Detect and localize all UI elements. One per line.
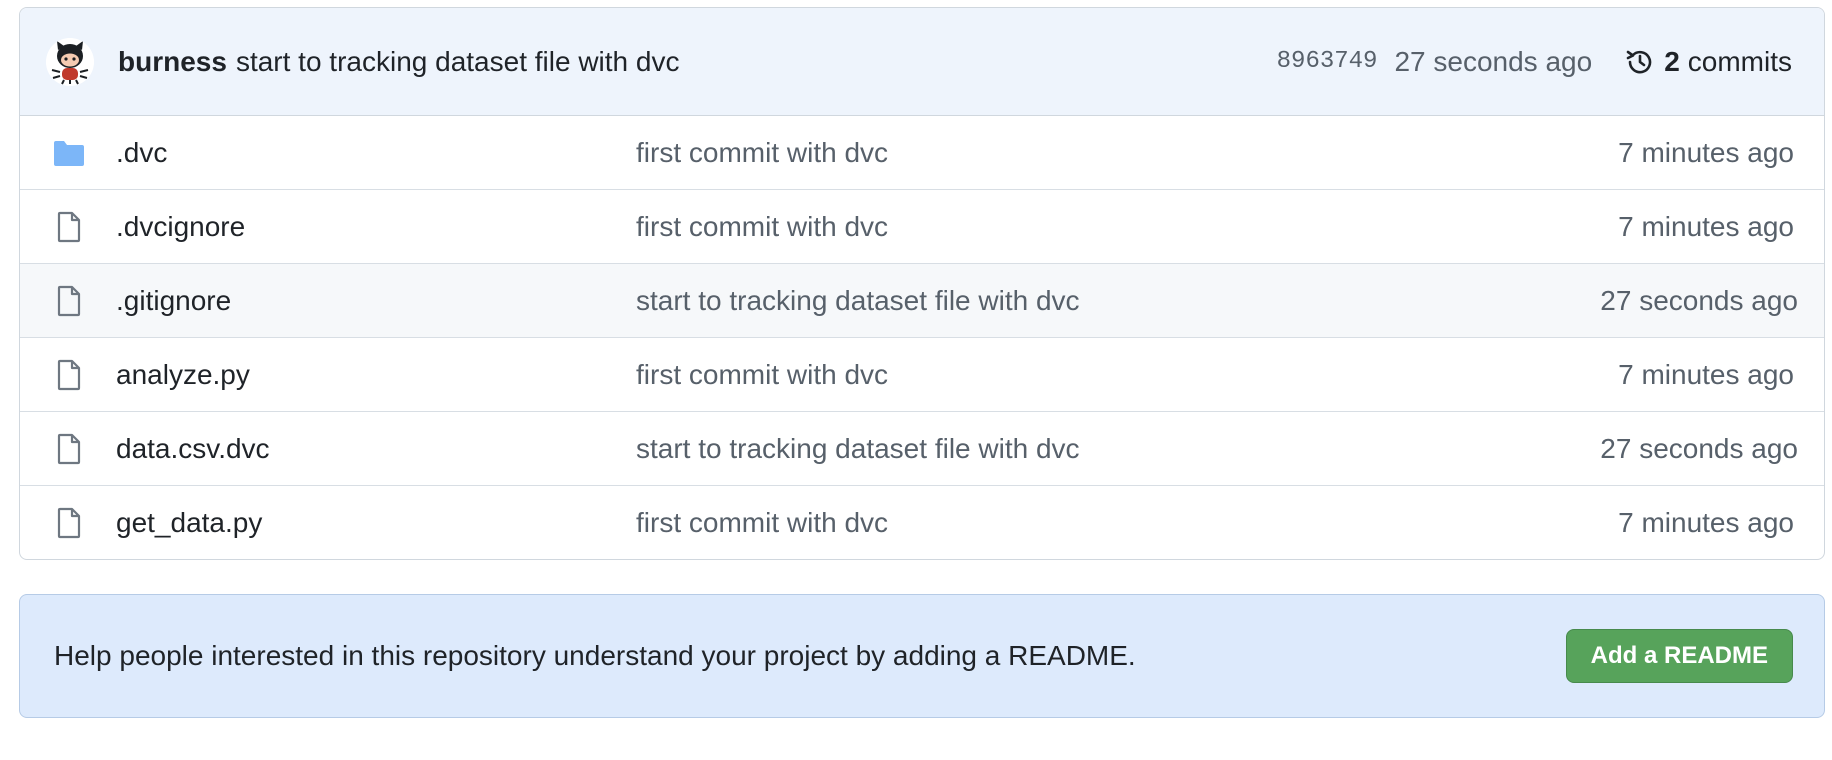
commit-message[interactable]: start to tracking dataset file with dvc xyxy=(236,46,680,78)
file-age: 7 minutes ago xyxy=(1618,507,1794,538)
file-icon xyxy=(52,190,86,263)
commit-sha[interactable]: 8963749 xyxy=(1277,48,1378,75)
file-row[interactable]: .dvc first commit with dvc 7 minutes ago xyxy=(20,116,1824,190)
file-name[interactable]: get_data.py xyxy=(116,507,262,539)
file-icon xyxy=(52,486,86,559)
file-name[interactable]: analyze.py xyxy=(116,359,250,391)
file-icon xyxy=(52,412,86,485)
commit-count: 2 xyxy=(1664,45,1680,77)
file-commit-message[interactable]: start to tracking dataset file with dvc xyxy=(636,433,1080,465)
file-age: 7 minutes ago xyxy=(1618,136,1794,168)
file-name[interactable]: data.csv.dvc xyxy=(116,433,270,465)
file-commit-message[interactable]: first commit with dvc xyxy=(636,137,888,169)
folder-icon xyxy=(52,116,86,189)
file-commit-message[interactable]: first commit with dvc xyxy=(636,211,888,243)
file-row[interactable]: .gitignore start to tracking dataset fil… xyxy=(20,264,1824,338)
file-icon xyxy=(52,338,86,411)
commit-author[interactable]: burness xyxy=(118,46,227,78)
file-age: 27 seconds ago xyxy=(1600,284,1798,316)
file-list: burness start to tracking dataset file w… xyxy=(19,7,1825,560)
file-name[interactable]: .gitignore xyxy=(116,285,231,317)
readme-banner: Help people interested in this repositor… xyxy=(19,594,1825,718)
avatar[interactable] xyxy=(46,37,94,86)
file-icon xyxy=(52,264,86,337)
file-row[interactable]: data.csv.dvc start to tracking dataset f… xyxy=(20,412,1824,486)
file-name[interactable]: .dvcignore xyxy=(116,211,245,243)
history-icon xyxy=(1626,50,1652,73)
file-age: 7 minutes ago xyxy=(1618,210,1794,242)
readme-prompt-text: Help people interested in this repositor… xyxy=(54,640,1136,671)
file-commit-message[interactable]: first commit with dvc xyxy=(636,359,888,391)
commits-history-link[interactable]: 2 commits xyxy=(1624,46,1792,78)
file-age: 27 seconds ago xyxy=(1600,432,1798,464)
commit-time: 27 seconds ago xyxy=(1394,45,1593,77)
file-row[interactable]: get_data.py first commit with dvc 7 minu… xyxy=(20,486,1824,559)
file-row[interactable]: .dvcignore first commit with dvc 7 minut… xyxy=(20,190,1824,264)
latest-commit-bar: burness start to tracking dataset file w… xyxy=(20,8,1824,116)
file-row[interactable]: analyze.py first commit with dvc 7 minut… xyxy=(20,338,1824,412)
file-age: 7 minutes ago xyxy=(1618,358,1794,390)
file-name[interactable]: .dvc xyxy=(116,137,167,169)
add-readme-button[interactable]: Add a README xyxy=(1565,629,1793,683)
file-commit-message[interactable]: first commit with dvc xyxy=(636,507,888,539)
commits-label: commits xyxy=(1687,45,1792,77)
file-commit-message[interactable]: start to tracking dataset file with dvc xyxy=(636,285,1080,317)
